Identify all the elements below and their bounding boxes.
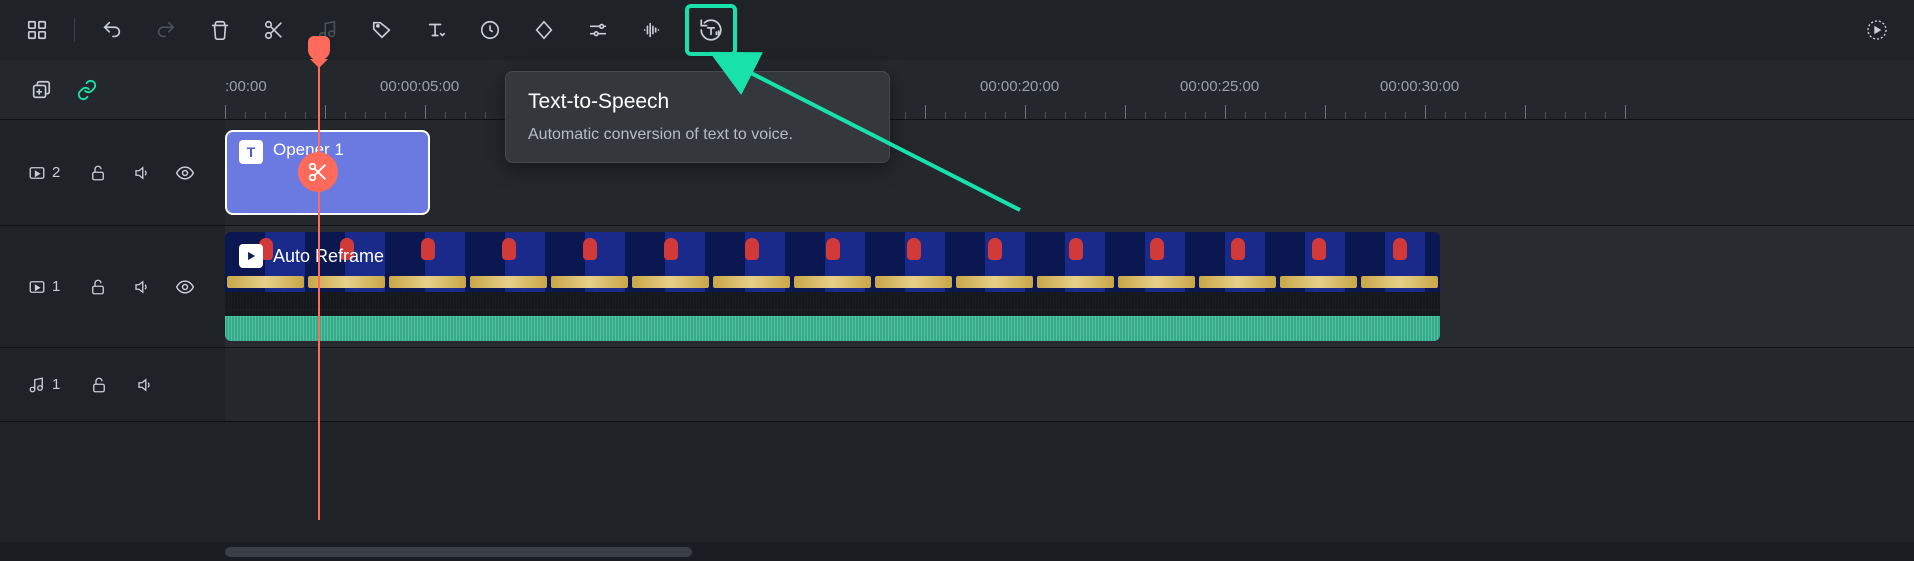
eye-icon[interactable]	[173, 160, 197, 186]
play-icon	[239, 244, 263, 268]
tooltip-text-to-speech: Text-to-Speech Automatic conversion of t…	[505, 71, 890, 163]
clip-thumbnails	[225, 232, 1440, 292]
lock-open-icon[interactable]	[86, 372, 112, 398]
track-index: 1	[52, 376, 60, 393]
tag-icon[interactable]	[365, 13, 399, 47]
eye-icon[interactable]	[173, 274, 197, 300]
ruler-label: :00:00	[225, 78, 267, 95]
speed-icon[interactable]	[473, 13, 507, 47]
tooltip-description: Automatic conversion of text to voice.	[528, 126, 867, 144]
clip-label: Auto Reframe	[273, 246, 384, 267]
text-clip-opener-1[interactable]: T Opener 1	[225, 130, 430, 215]
ruler-label: 00:00:20:00	[980, 78, 1059, 95]
track-type-label: 1	[28, 376, 66, 394]
keyframe-icon[interactable]	[527, 13, 561, 47]
volume-icon[interactable]	[132, 372, 158, 398]
track-type-label: 1	[28, 278, 66, 296]
clip-waveform	[225, 292, 1440, 341]
volume-icon[interactable]	[130, 274, 154, 300]
volume-icon[interactable]	[130, 160, 154, 186]
add-copy-icon[interactable]	[28, 77, 54, 103]
clip-title-overlay: Auto Reframe	[239, 244, 384, 268]
video-clip-auto-reframe[interactable]: Auto Reframe	[225, 232, 1440, 341]
music-note-icon[interactable]	[311, 13, 345, 47]
render-preview-icon[interactable]	[1860, 13, 1894, 47]
timeline-ruler[interactable]: :00:00 00:00:05:00 00:00:20:00 00:00:25:…	[225, 60, 1914, 119]
separator	[74, 18, 75, 42]
lock-open-icon[interactable]	[86, 160, 110, 186]
text-format-icon[interactable]	[419, 13, 453, 47]
delete-icon[interactable]	[203, 13, 237, 47]
horizontal-scrollbar[interactable]	[225, 547, 1894, 557]
redo-icon[interactable]	[149, 13, 183, 47]
track-type-label: 2	[28, 164, 66, 182]
adjust-icon[interactable]	[581, 13, 615, 47]
text-to-speech-icon[interactable]	[689, 8, 733, 52]
track-video-1: 1 Auto Reframe	[0, 226, 1914, 348]
track-text-2: 2 T Opener 1	[0, 120, 1914, 226]
ruler-label: 00:00:05:00	[380, 78, 459, 95]
ruler-row: :00:00 00:00:05:00 00:00:20:00 00:00:25:…	[0, 60, 1914, 120]
ruler-label: 00:00:30:00	[1380, 78, 1459, 95]
split-icon[interactable]	[257, 13, 291, 47]
track-audio-1: 1	[0, 348, 1914, 422]
ruler-label: 00:00:25:00	[1180, 78, 1259, 95]
audio-wave-icon[interactable]	[635, 13, 669, 47]
top-toolbar	[0, 0, 1914, 60]
apps-icon[interactable]	[20, 13, 54, 47]
track-index: 2	[52, 164, 60, 181]
scrollbar-thumb[interactable]	[225, 547, 692, 557]
clip-label: Opener 1	[273, 140, 344, 160]
tooltip-title: Text-to-Speech	[528, 90, 867, 114]
undo-icon[interactable]	[95, 13, 129, 47]
text-clip-icon: T	[239, 140, 263, 164]
lock-open-icon[interactable]	[86, 274, 110, 300]
track-index: 1	[52, 278, 60, 295]
link-icon[interactable]	[74, 77, 100, 103]
